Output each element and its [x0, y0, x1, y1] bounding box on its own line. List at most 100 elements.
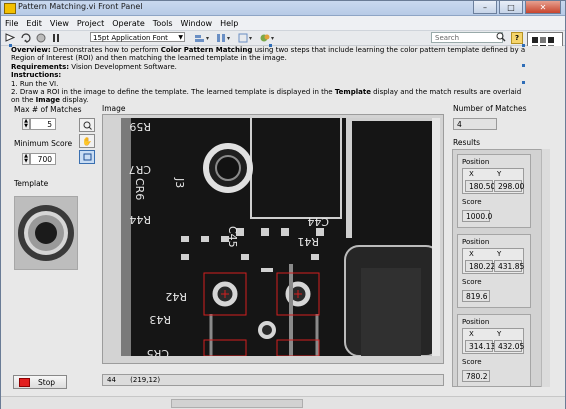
result-cluster: Position X Y 314.13 432.05 Score 780.2	[457, 314, 531, 386]
score-label: Score	[462, 198, 482, 206]
min-score-control[interactable]: ▲ ▼ 700	[22, 153, 56, 165]
image-display[interactable]: R59 CR7 J3 CR6 R44 C45 C44 R41 R42 R43 C…	[121, 118, 440, 356]
max-matches-label: Max # of Matches	[14, 105, 82, 114]
image-vertical-scrollbar[interactable]	[432, 118, 440, 356]
position-label: Position	[462, 318, 490, 326]
menu-tools[interactable]: Tools	[149, 19, 177, 28]
close-button[interactable]: ✕	[525, 1, 561, 14]
stop-button[interactable]: Stop	[13, 375, 67, 389]
stop-led-icon	[19, 377, 30, 387]
x-label: X	[469, 330, 474, 338]
pcb-label: CR5	[147, 347, 169, 356]
selection-handle[interactable]	[522, 81, 525, 84]
menu-bar: File Edit View Project Operate Tools Win…	[1, 16, 565, 31]
menu-operate[interactable]: Operate	[108, 19, 149, 28]
menu-help[interactable]: Help	[216, 19, 242, 28]
instructions-heading: Instructions:	[11, 71, 62, 80]
zoom-icon[interactable]	[79, 118, 95, 132]
scrollbar-thumb[interactable]	[171, 399, 303, 408]
maximize-button[interactable]: □	[499, 1, 523, 14]
context-help-icon[interactable]: ?	[511, 32, 523, 44]
pause-icon[interactable]	[50, 32, 62, 43]
score-value: 819.6	[462, 290, 490, 302]
image-status-bar: 44 (219,12)	[102, 374, 444, 386]
pcb-label: CR7	[129, 163, 151, 176]
position-cluster: X Y 180.50 298.00	[462, 168, 524, 194]
search-icon[interactable]	[496, 32, 506, 44]
score-label: Score	[462, 358, 482, 366]
front-panel: Overview: Demonstrates how to perform Co…	[1, 44, 565, 396]
y-value: 431.85	[494, 260, 524, 272]
y-label: Y	[497, 170, 502, 178]
template-display	[14, 196, 78, 270]
template-label: Template	[14, 179, 49, 188]
menu-edit[interactable]: Edit	[22, 19, 46, 28]
pcb-image: R59 CR7 J3 CR6 R44 C45 C44 R41 R42 R43 C…	[121, 118, 440, 356]
position-label: Position	[462, 158, 490, 166]
stop-button-label: Stop	[38, 377, 56, 387]
max-matches-control[interactable]: ▲ ▼ 5	[22, 118, 56, 130]
selection-handle[interactable]	[522, 64, 525, 67]
reorder-icon[interactable]	[259, 32, 277, 43]
pcb-label: R42	[165, 290, 187, 303]
results-vertical-scrollbar[interactable]	[541, 149, 550, 387]
selection-handle[interactable]	[522, 44, 525, 47]
search-input[interactable]: Search	[431, 32, 503, 43]
y-value: 298.00	[494, 180, 524, 192]
position-cluster: X Y 314.13 432.05	[462, 328, 524, 354]
min-score-input[interactable]: 700	[30, 153, 56, 165]
run-continuously-icon[interactable]	[19, 32, 33, 43]
results-array: Position X Y 180.50 298.00 Score 1000.0 …	[452, 149, 542, 387]
x-value: 180.50	[465, 180, 495, 192]
image-label: Image	[102, 104, 126, 113]
x-label: X	[469, 170, 474, 178]
align-objects-icon[interactable]	[193, 32, 211, 43]
y-value: 432.05	[494, 340, 524, 352]
pcb-label: J3	[173, 177, 186, 188]
requirements-line: Requirements: Vision Development Softwar…	[11, 62, 177, 71]
instruction-step-2: 2. Draw a ROI in the image to define the…	[11, 88, 522, 105]
resize-objects-icon[interactable]	[237, 32, 255, 43]
pcb-label: R43	[149, 313, 171, 326]
selection-handle[interactable]	[9, 44, 12, 47]
rectangle-roi-icon[interactable]	[79, 150, 95, 164]
abort-icon[interactable]	[35, 32, 47, 43]
menu-window[interactable]: Window	[177, 19, 217, 28]
pan-hand-icon[interactable]: ✋	[79, 134, 95, 148]
description-text: Overview: Demonstrates how to perform Co…	[11, 46, 526, 105]
menu-view[interactable]: View	[46, 19, 73, 28]
x-value: 314.13	[465, 340, 495, 352]
image-tool-palette: ✋	[79, 118, 96, 165]
status-pixel-value: 44	[107, 376, 116, 384]
score-label: Score	[462, 278, 482, 286]
result-cluster: Position X Y 180.22 431.85 Score 819.6	[457, 234, 531, 308]
pcb-label: R59	[129, 120, 151, 133]
toolbar: 15pt Application Font ▼ Search ?	[1, 31, 565, 62]
score-value: 780.2	[462, 370, 490, 382]
labview-front-panel-window: Pattern Matching.vi Front Panel – □ ✕ Fi…	[0, 0, 566, 409]
font-selector[interactable]: 15pt Application Font ▼	[90, 32, 185, 42]
labview-app-icon	[4, 3, 16, 14]
window-title: Pattern Matching.vi Front Panel	[18, 2, 143, 11]
window-controls: – □ ✕	[473, 1, 561, 14]
max-matches-input[interactable]: 5	[30, 118, 56, 130]
increment-decrement-icon[interactable]: ▲ ▼	[22, 153, 30, 165]
pcb-label: C44	[307, 215, 329, 228]
number-of-matches-label: Number of Matches	[453, 104, 527, 113]
pcb-label: CR6	[133, 178, 146, 200]
minimize-button[interactable]: –	[473, 1, 497, 14]
overview-line: Overview: Demonstrates how to perform Co…	[11, 46, 526, 63]
selection-handle[interactable]	[269, 44, 272, 47]
result-cluster: Position X Y 180.50 298.00 Score 1000.0	[457, 154, 531, 228]
run-arrow-icon[interactable]	[4, 32, 16, 43]
distribute-objects-icon[interactable]	[215, 32, 233, 43]
x-value: 180.22	[465, 260, 495, 272]
menu-project[interactable]: Project	[73, 19, 108, 28]
increment-decrement-icon[interactable]: ▲ ▼	[22, 118, 30, 130]
panel-horizontal-scrollbar[interactable]	[1, 396, 565, 409]
menu-file[interactable]: File	[1, 19, 22, 28]
score-value: 1000.0	[462, 210, 492, 222]
results-label: Results	[453, 138, 481, 147]
position-cluster: X Y 180.22 431.85	[462, 248, 524, 274]
title-bar[interactable]: Pattern Matching.vi Front Panel – □ ✕	[1, 1, 565, 16]
